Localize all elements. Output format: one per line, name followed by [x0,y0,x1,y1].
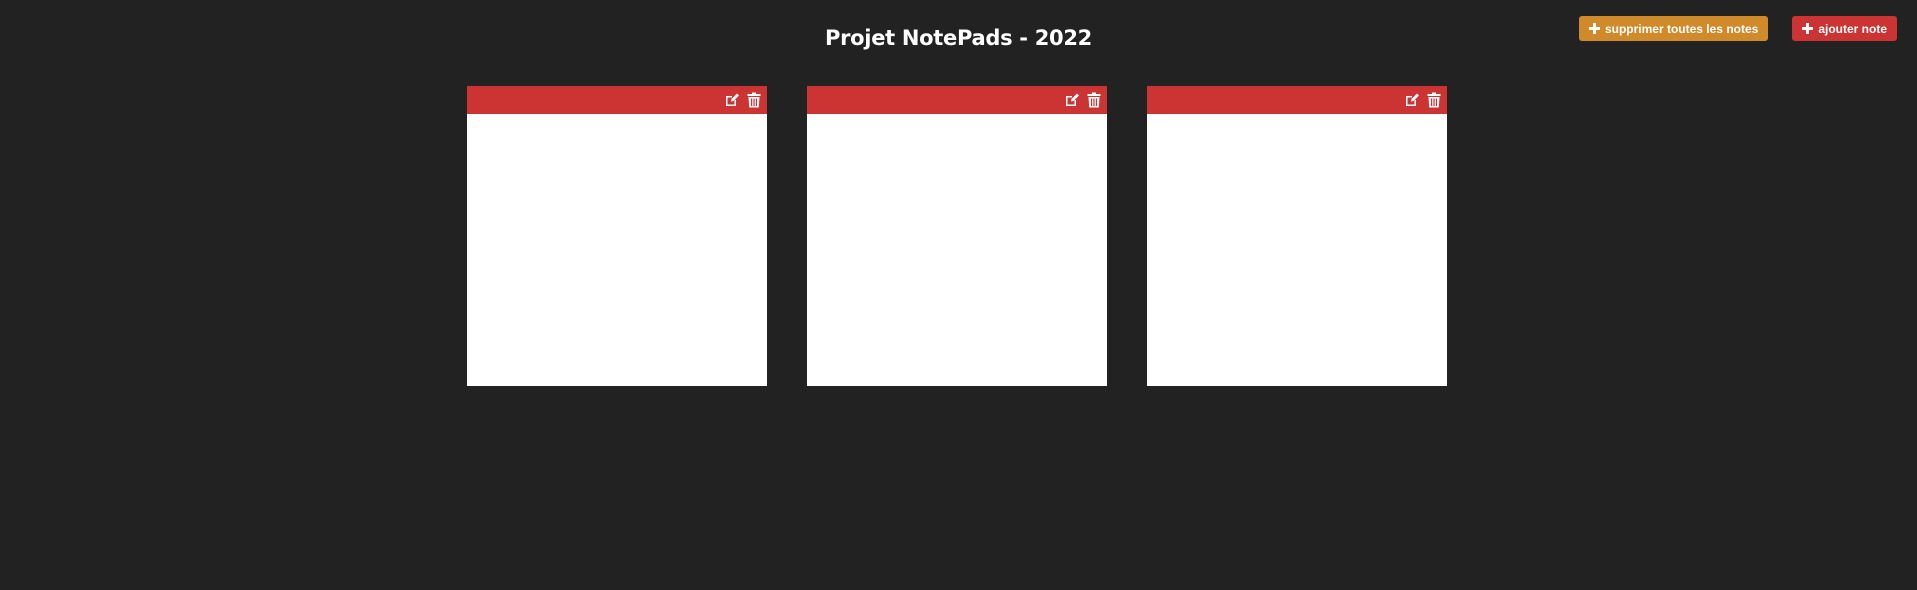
note-body[interactable] [807,114,1107,386]
add-note-label: ajouter note [1818,21,1887,36]
app-page: Projet NotePads - 2022 supprimer toutes … [0,0,1917,590]
trash-icon[interactable] [1085,91,1103,109]
note-toolbar [1147,86,1447,114]
trash-icon[interactable] [745,91,763,109]
clear-all-notes-label: supprimer toutes les notes [1604,21,1759,36]
edit-icon[interactable] [723,91,741,109]
note-body[interactable] [467,114,767,386]
plus-icon [1588,23,1600,34]
clear-all-notes-button[interactable]: supprimer toutes les notes [1578,16,1769,41]
plus-icon [1802,23,1814,34]
note-toolbar [807,86,1107,114]
header-actions: supprimer toutes les notes ajouter note [1578,16,1897,41]
note-card [1147,86,1447,386]
note-toolbar [467,86,767,114]
edit-icon[interactable] [1403,91,1421,109]
notes-grid [467,86,1447,386]
edit-icon[interactable] [1063,91,1081,109]
note-card [807,86,1107,386]
note-card [467,86,767,386]
note-body[interactable] [1147,114,1447,386]
add-note-button[interactable]: ajouter note [1792,16,1897,41]
trash-icon[interactable] [1425,91,1443,109]
